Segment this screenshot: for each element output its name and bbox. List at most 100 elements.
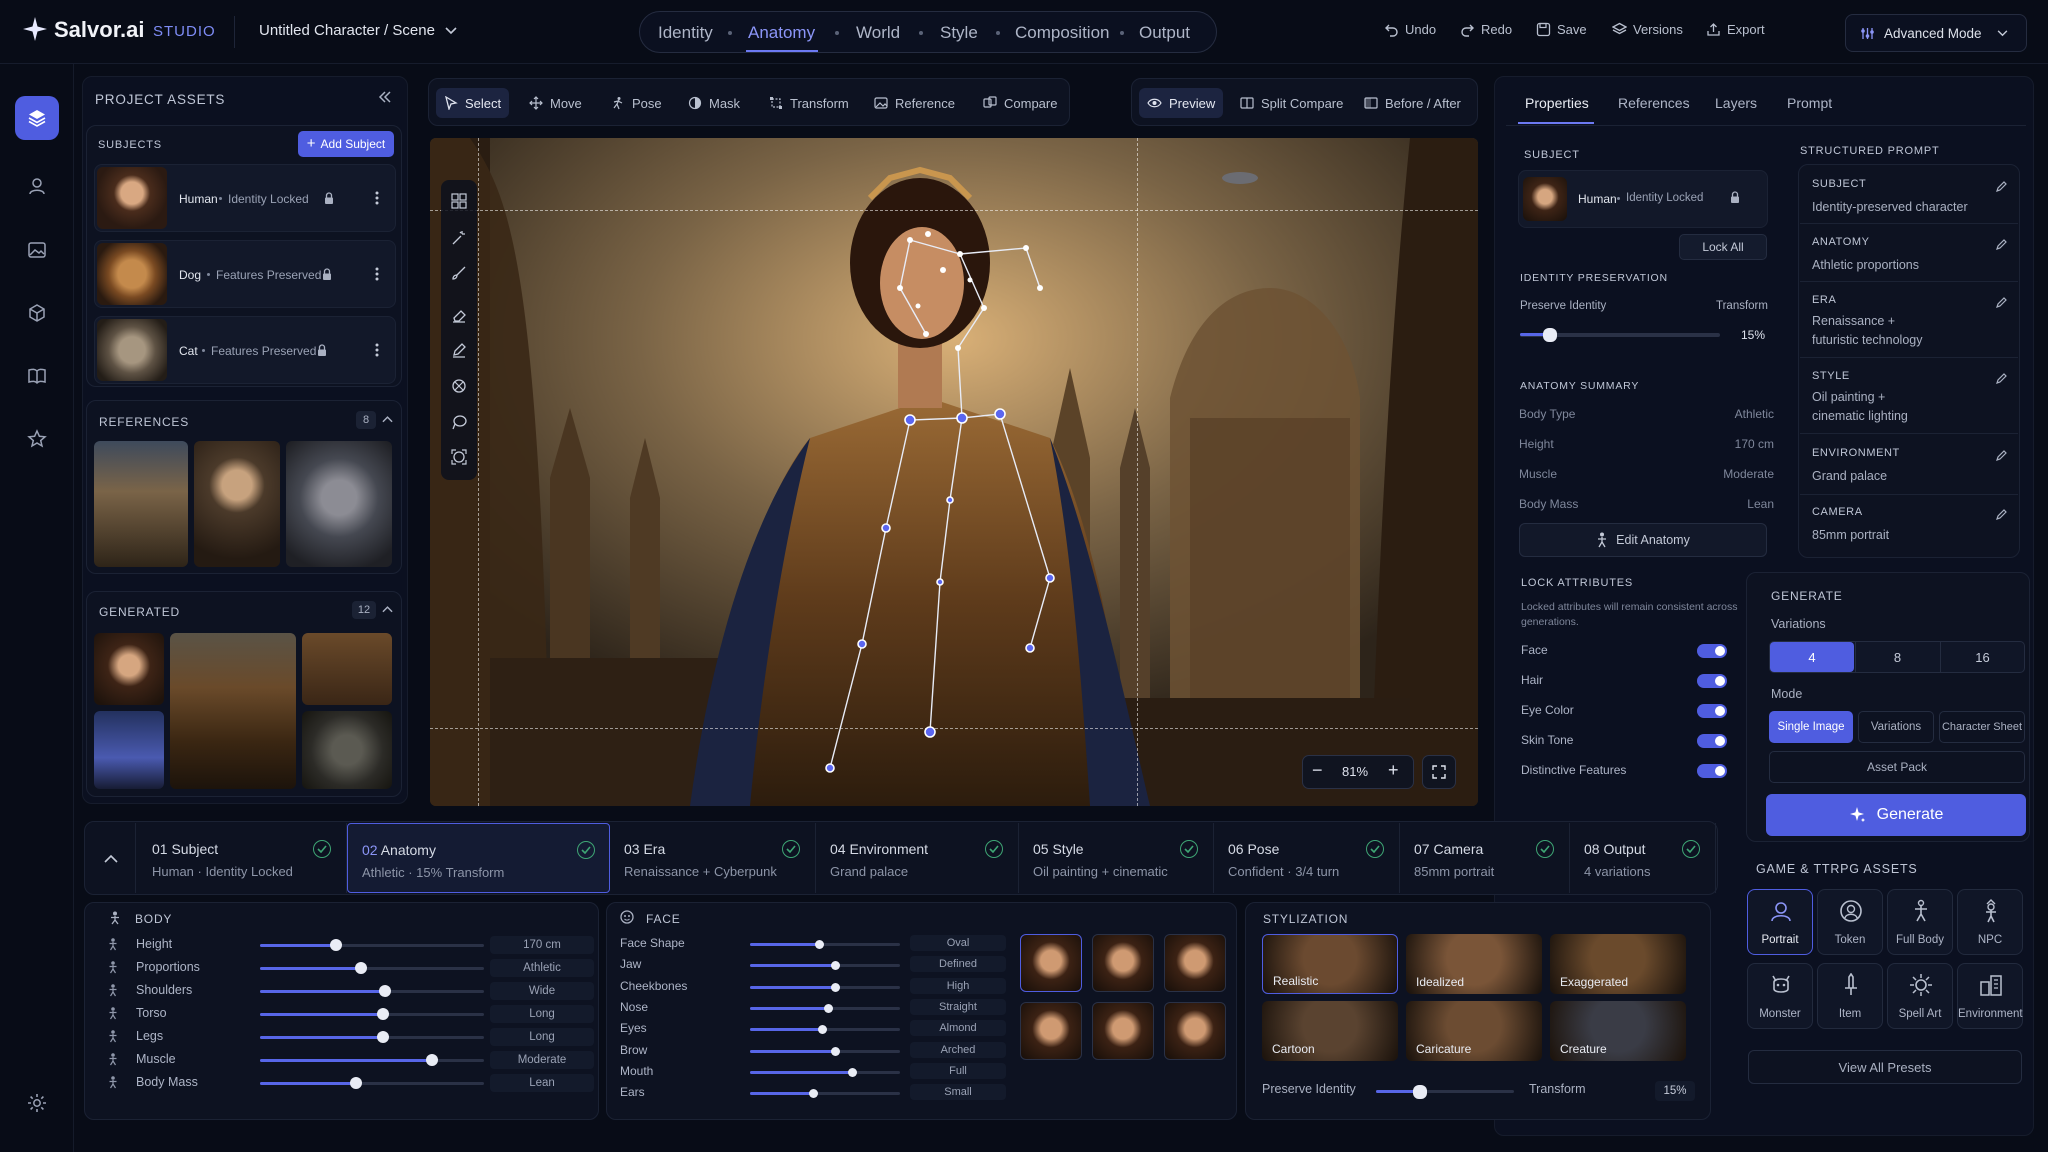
nav-identity[interactable]: Identity	[658, 23, 713, 43]
nav-style[interactable]: Style	[940, 23, 978, 43]
rail-layers-button[interactable]	[15, 96, 59, 140]
pose-skeleton-overlay[interactable]	[430, 138, 1478, 806]
chevron-up-icon[interactable]	[382, 605, 393, 613]
collapse-panel-button[interactable]	[378, 90, 392, 104]
nav-composition[interactable]: Composition	[1015, 23, 1110, 43]
fullscreen-button[interactable]	[1422, 755, 1456, 789]
tab-prompt[interactable]: Prompt	[1787, 95, 1832, 111]
reference-thumbnail-city[interactable]	[94, 441, 188, 567]
subject-row-human[interactable]: Human Identity Locked	[94, 164, 396, 232]
generated-thumbnail-3[interactable]	[302, 633, 392, 705]
generated-thumbnail-1[interactable]	[94, 633, 164, 705]
body-slider-body-mass[interactable]	[260, 1077, 484, 1089]
more-vertical-icon[interactable]	[375, 191, 379, 205]
body-slider-proportions[interactable]	[260, 962, 484, 974]
rail-character-button[interactable]	[15, 164, 59, 208]
prompt-card-era[interactable]: ERA Renaissance + futuristic technology	[1800, 284, 2018, 358]
advanced-mode-dropdown[interactable]: Advanced Mode	[1845, 14, 2027, 52]
generated-thumbnail-4[interactable]	[94, 711, 164, 789]
edit-pencil-icon[interactable]	[1996, 180, 2008, 192]
lock-all-button[interactable]: Lock All	[1679, 234, 1767, 260]
wand-icon[interactable]	[451, 230, 467, 246]
reference-thumbnail-portrait[interactable]	[194, 441, 280, 567]
add-subject-button[interactable]: + Add Subject	[298, 131, 394, 157]
tool-mask[interactable]: Mask	[680, 88, 748, 118]
grid-icon[interactable]	[451, 193, 467, 209]
view-split-compare[interactable]: Split Compare	[1232, 88, 1351, 118]
reference-thumbnail-armor[interactable]	[286, 441, 392, 567]
edit-anatomy-button[interactable]: Edit Anatomy	[1519, 523, 1767, 557]
rail-settings-button[interactable]	[15, 1081, 59, 1125]
variations-option-8[interactable]: 8	[1855, 642, 1939, 672]
prompt-card-subject[interactable]: SUBJECT Identity-preserved character	[1800, 168, 2018, 224]
preset-portrait[interactable]: Portrait	[1747, 889, 1813, 955]
face-variant-thumbnail[interactable]	[1164, 934, 1226, 992]
face-variant-thumbnail[interactable]	[1020, 934, 1082, 992]
subject-row-cat[interactable]: Cat Features Preserved	[94, 316, 396, 384]
body-slider-legs[interactable]	[260, 1031, 484, 1043]
mode-variations[interactable]: Variations	[1858, 711, 1934, 743]
tab-properties[interactable]: Properties	[1525, 95, 1589, 111]
skin-tone-lock-toggle[interactable]	[1697, 734, 1727, 748]
view-before-after[interactable]: Before / After	[1356, 88, 1469, 118]
distinctive-features-lock-toggle[interactable]	[1697, 764, 1727, 778]
slider-knob[interactable]	[377, 1008, 390, 1020]
nav-output[interactable]: Output	[1139, 23, 1190, 43]
eye-color-lock-toggle[interactable]	[1697, 704, 1727, 718]
tool-pose[interactable]: Pose	[603, 88, 670, 118]
style-card-idealized[interactable]: Idealized	[1406, 934, 1542, 994]
face-slider-nose[interactable]	[750, 1003, 900, 1013]
edit-pencil-icon[interactable]	[1996, 296, 2008, 308]
edit-pencil-icon[interactable]	[1996, 238, 2008, 250]
variations-option-4[interactable]: 4	[1770, 642, 1854, 672]
preset-spell-art[interactable]: Spell Art	[1887, 963, 1953, 1029]
tool-select[interactable]: Select	[436, 88, 510, 118]
preset-token[interactable]: Token	[1817, 889, 1883, 955]
mode-character-sheet[interactable]: Character Sheet	[1939, 711, 2025, 743]
collapse-steps-button[interactable]	[86, 823, 136, 893]
pipeline-step-environment[interactable]: 04 Environment Grand palace	[816, 823, 1019, 893]
slider-knob[interactable]	[379, 985, 392, 997]
style-card-cartoon[interactable]: Cartoon	[1262, 1001, 1398, 1061]
asset-pack-button[interactable]: Asset Pack	[1769, 751, 2025, 783]
face-detect-icon[interactable]	[451, 449, 467, 465]
edit-pencil-icon[interactable]	[1996, 449, 2008, 461]
edit-pencil-icon[interactable]	[1996, 508, 2008, 520]
body-slider-shoulders[interactable]	[260, 985, 484, 997]
identity-slider[interactable]	[1520, 328, 1720, 342]
save-button[interactable]: Save	[1536, 22, 1587, 37]
mode-single-image[interactable]: Single Image	[1769, 711, 1853, 743]
more-vertical-icon[interactable]	[375, 267, 379, 281]
face-slider-face-shape[interactable]	[750, 940, 900, 949]
tab-references[interactable]: References	[1618, 95, 1690, 111]
subject-row-dog[interactable]: Dog Features Preserved	[94, 240, 396, 308]
view-all-presets-button[interactable]: View All Presets	[1748, 1050, 2022, 1084]
slider-knob[interactable]	[330, 939, 343, 951]
face-variant-thumbnail[interactable]	[1164, 1002, 1226, 1060]
pipeline-step-pose[interactable]: 06 Pose Confident · 3/4 turn	[1214, 823, 1400, 893]
style-card-caricature[interactable]: Caricature	[1406, 1001, 1542, 1061]
view-preview[interactable]: Preview	[1139, 88, 1224, 118]
slider-knob[interactable]	[831, 982, 840, 992]
face-slider-cheekbones[interactable]	[750, 982, 900, 992]
generated-thumbnail-2[interactable]	[170, 633, 296, 789]
slider-knob[interactable]	[847, 1067, 857, 1077]
preset-full-body[interactable]: Full Body	[1887, 889, 1953, 955]
pipeline-step-subject[interactable]: 01 Subject Human · Identity Locked	[138, 823, 347, 893]
preset-monster[interactable]: Monster	[1747, 963, 1813, 1029]
slider-knob[interactable]	[831, 961, 840, 971]
preset-item[interactable]: Item	[1817, 963, 1883, 1029]
tool-transform[interactable]: Transform	[761, 88, 857, 118]
nav-anatomy[interactable]: Anatomy	[748, 23, 815, 43]
brush-icon[interactable]	[451, 265, 467, 281]
variations-option-16[interactable]: 16	[1940, 642, 2024, 672]
slider-knob[interactable]	[814, 940, 824, 949]
face-slider-mouth[interactable]	[750, 1067, 900, 1077]
pipeline-step-output[interactable]: 08 Output 4 variations	[1570, 823, 1716, 893]
tab-layers[interactable]: Layers	[1715, 95, 1757, 111]
face-variant-thumbnail[interactable]	[1092, 934, 1154, 992]
rail-gallery-button[interactable]	[15, 228, 59, 272]
nav-world[interactable]: World	[856, 23, 900, 43]
lasso-icon[interactable]	[451, 414, 467, 430]
zoom-out-button[interactable]: −	[1312, 760, 1323, 781]
